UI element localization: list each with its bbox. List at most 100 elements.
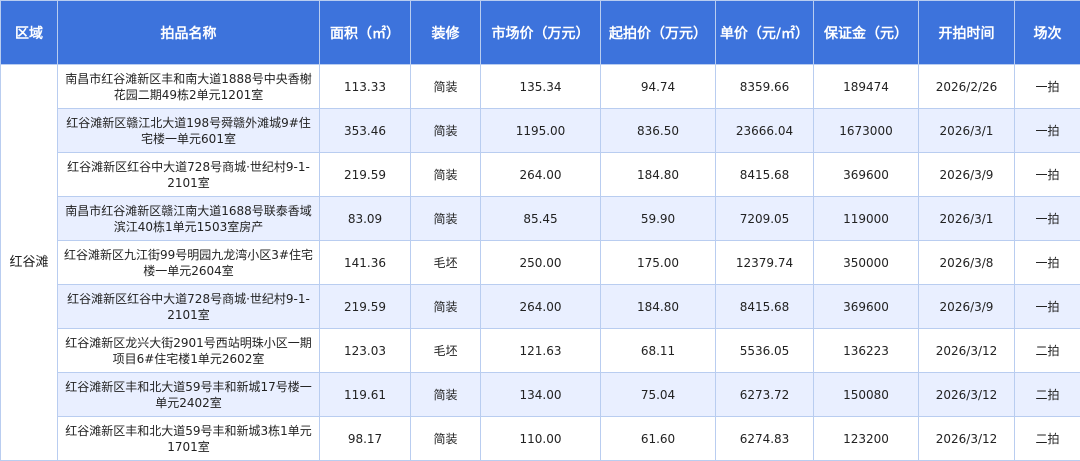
table-row: 红谷滩新区红谷中大道728号商城·世纪村9-1-2101室219.59简装264… <box>1 285 1080 329</box>
cell-item-name: 红谷滩新区丰和北大道59号丰和新城3栋1单元1701室 <box>58 417 320 461</box>
cell-deposit: 189474 <box>814 65 919 109</box>
cell-area: 353.46 <box>320 109 411 153</box>
header-auction-date: 开拍时间 <box>919 1 1015 65</box>
cell-session: 一拍 <box>1015 65 1080 109</box>
cell-starting-price: 94.74 <box>601 65 716 109</box>
header-row: 区域 拍品名称 面积（㎡） 装修 市场价（万元） 起拍价（万元） 单价（元/㎡）… <box>1 1 1080 65</box>
cell-unit-price: 6274.83 <box>716 417 814 461</box>
cell-area: 219.59 <box>320 285 411 329</box>
cell-deposit: 350000 <box>814 241 919 285</box>
cell-item-name: 红谷滩新区红谷中大道728号商城·世纪村9-1-2101室 <box>58 285 320 329</box>
cell-auction-date: 2026/3/9 <box>919 153 1015 197</box>
cell-market-price: 1195.00 <box>481 109 601 153</box>
cell-decoration: 简装 <box>411 373 481 417</box>
table-row: 红谷滩新区九江街99号明园九龙湾小区3#住宅楼一单元2604室141.36毛坯2… <box>1 241 1080 285</box>
cell-auction-date: 2026/3/12 <box>919 373 1015 417</box>
cell-decoration: 简装 <box>411 109 481 153</box>
cell-area: 113.33 <box>320 65 411 109</box>
cell-session: 一拍 <box>1015 197 1080 241</box>
table-row: 红谷滩南昌市红谷滩新区丰和南大道1888号中央香榭花园二期49栋2单元1201室… <box>1 65 1080 109</box>
cell-item-name: 南昌市红谷滩新区丰和南大道1888号中央香榭花园二期49栋2单元1201室 <box>58 65 320 109</box>
cell-decoration: 简装 <box>411 417 481 461</box>
cell-unit-price: 8359.66 <box>716 65 814 109</box>
cell-decoration: 毛坯 <box>411 241 481 285</box>
cell-unit-price: 5536.05 <box>716 329 814 373</box>
table-row: 红谷滩新区红谷中大道728号商城·世纪村9-1-2101室219.59简装264… <box>1 153 1080 197</box>
cell-starting-price: 75.04 <box>601 373 716 417</box>
cell-unit-price: 6273.72 <box>716 373 814 417</box>
cell-area: 83.09 <box>320 197 411 241</box>
auction-table: 区域 拍品名称 面积（㎡） 装修 市场价（万元） 起拍价（万元） 单价（元/㎡）… <box>0 0 1080 461</box>
cell-unit-price: 12379.74 <box>716 241 814 285</box>
cell-starting-price: 59.90 <box>601 197 716 241</box>
cell-session: 二拍 <box>1015 417 1080 461</box>
cell-auction-date: 2026/3/8 <box>919 241 1015 285</box>
header-session: 场次 <box>1015 1 1080 65</box>
cell-area: 119.61 <box>320 373 411 417</box>
cell-starting-price: 184.80 <box>601 285 716 329</box>
cell-market-price: 264.00 <box>481 153 601 197</box>
cell-decoration: 简装 <box>411 197 481 241</box>
cell-area: 98.17 <box>320 417 411 461</box>
cell-decoration: 毛坯 <box>411 329 481 373</box>
cell-decoration: 简装 <box>411 285 481 329</box>
cell-market-price: 135.34 <box>481 65 601 109</box>
cell-market-price: 264.00 <box>481 285 601 329</box>
cell-session: 二拍 <box>1015 373 1080 417</box>
cell-area: 219.59 <box>320 153 411 197</box>
cell-auction-date: 2026/3/9 <box>919 285 1015 329</box>
cell-session: 二拍 <box>1015 329 1080 373</box>
cell-decoration: 简装 <box>411 153 481 197</box>
cell-item-name: 红谷滩新区红谷中大道728号商城·世纪村9-1-2101室 <box>58 153 320 197</box>
cell-decoration: 简装 <box>411 65 481 109</box>
header-item-name: 拍品名称 <box>58 1 320 65</box>
cell-market-price: 121.63 <box>481 329 601 373</box>
header-unit-price: 单价（元/㎡） <box>716 1 814 65</box>
cell-deposit: 1673000 <box>814 109 919 153</box>
cell-deposit: 136223 <box>814 329 919 373</box>
cell-unit-price: 8415.68 <box>716 285 814 329</box>
cell-session: 一拍 <box>1015 241 1080 285</box>
table-body: 红谷滩南昌市红谷滩新区丰和南大道1888号中央香榭花园二期49栋2单元1201室… <box>1 65 1080 461</box>
cell-starting-price: 836.50 <box>601 109 716 153</box>
cell-area: 123.03 <box>320 329 411 373</box>
cell-deposit: 369600 <box>814 285 919 329</box>
table-row: 红谷滩新区赣江北大道198号舜赣外滩城9#住宅楼一单元601室353.46简装1… <box>1 109 1080 153</box>
header-area: 面积（㎡） <box>320 1 411 65</box>
cell-starting-price: 61.60 <box>601 417 716 461</box>
cell-session: 一拍 <box>1015 109 1080 153</box>
cell-unit-price: 23666.04 <box>716 109 814 153</box>
cell-item-name: 红谷滩新区龙兴大街2901号西站明珠小区一期项目6#住宅楼1单元2602室 <box>58 329 320 373</box>
cell-item-name: 南昌市红谷滩新区赣江南大道1688号联泰香域滨江40栋1单元1503室房产 <box>58 197 320 241</box>
cell-session: 一拍 <box>1015 285 1080 329</box>
cell-starting-price: 68.11 <box>601 329 716 373</box>
header-decoration: 装修 <box>411 1 481 65</box>
cell-region: 红谷滩 <box>1 65 58 461</box>
header-deposit: 保证金（元） <box>814 1 919 65</box>
cell-auction-date: 2026/2/26 <box>919 65 1015 109</box>
cell-unit-price: 7209.05 <box>716 197 814 241</box>
table-row: 红谷滩新区丰和北大道59号丰和新城3栋1单元1701室98.17简装110.00… <box>1 417 1080 461</box>
cell-auction-date: 2026/3/1 <box>919 109 1015 153</box>
cell-auction-date: 2026/3/12 <box>919 417 1015 461</box>
table-row: 南昌市红谷滩新区赣江南大道1688号联泰香域滨江40栋1单元1503室房产83.… <box>1 197 1080 241</box>
cell-area: 141.36 <box>320 241 411 285</box>
cell-deposit: 119000 <box>814 197 919 241</box>
table-row: 红谷滩新区丰和北大道59号丰和新城17号楼一单元2402室119.61简装134… <box>1 373 1080 417</box>
cell-unit-price: 8415.68 <box>716 153 814 197</box>
header-region: 区域 <box>1 1 58 65</box>
header-starting-price: 起拍价（万元） <box>601 1 716 65</box>
cell-auction-date: 2026/3/1 <box>919 197 1015 241</box>
cell-item-name: 红谷滩新区九江街99号明园九龙湾小区3#住宅楼一单元2604室 <box>58 241 320 285</box>
cell-market-price: 110.00 <box>481 417 601 461</box>
cell-market-price: 85.45 <box>481 197 601 241</box>
cell-item-name: 红谷滩新区丰和北大道59号丰和新城17号楼一单元2402室 <box>58 373 320 417</box>
cell-market-price: 250.00 <box>481 241 601 285</box>
cell-market-price: 134.00 <box>481 373 601 417</box>
cell-item-name: 红谷滩新区赣江北大道198号舜赣外滩城9#住宅楼一单元601室 <box>58 109 320 153</box>
table-row: 红谷滩新区龙兴大街2901号西站明珠小区一期项目6#住宅楼1单元2602室123… <box>1 329 1080 373</box>
cell-deposit: 150080 <box>814 373 919 417</box>
header-market-price: 市场价（万元） <box>481 1 601 65</box>
cell-session: 一拍 <box>1015 153 1080 197</box>
cell-deposit: 369600 <box>814 153 919 197</box>
